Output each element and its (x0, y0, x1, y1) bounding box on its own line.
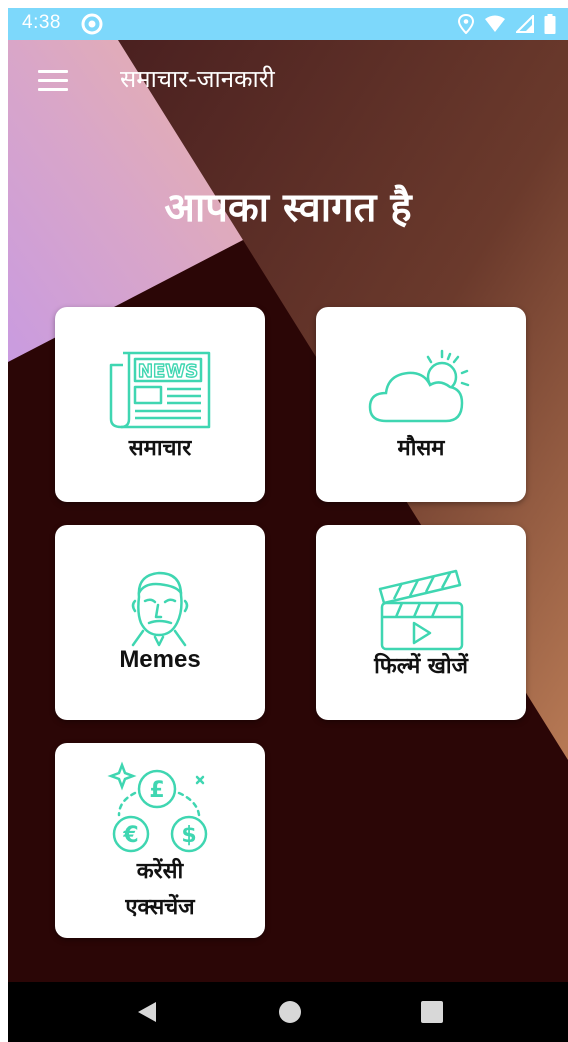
wifi-icon (484, 15, 506, 37)
status-bar: 4:38 (8, 8, 568, 40)
location-icon (457, 13, 475, 38)
news-card-label: समाचार (128, 436, 192, 461)
movies-card[interactable]: फिल्में खोजें (316, 525, 526, 720)
movies-card-label: फिल्में खोजें (374, 654, 468, 679)
svg-text:£: £ (149, 778, 164, 803)
svg-text:$: $ (181, 823, 196, 848)
back-icon[interactable] (136, 1000, 160, 1028)
navigation-bar (8, 982, 568, 1042)
sync-icon (80, 12, 104, 40)
weather-cloud-icon (366, 345, 476, 434)
meme-face-icon (125, 567, 195, 651)
battery-icon (544, 14, 556, 38)
hamburger-menu-icon[interactable] (30, 62, 70, 102)
currency-card-label-line2: एक्सचेंज (125, 895, 195, 920)
memes-card-label: Memes (119, 646, 201, 673)
memes-card[interactable]: Memes (55, 525, 265, 720)
clapperboard-icon (376, 563, 466, 657)
recents-icon[interactable] (420, 1000, 444, 1028)
status-time: 4:38 (22, 12, 61, 33)
newspaper-icon: NEWS (105, 343, 215, 437)
svg-text:NEWS: NEWS (138, 361, 198, 382)
app-bar: समाचार-जानकारी (8, 40, 568, 120)
signal-icon (514, 13, 534, 37)
status-icons (457, 13, 556, 38)
home-icon[interactable] (278, 1000, 302, 1028)
welcome-heading: आपका स्वागत है (164, 185, 412, 231)
news-card[interactable]: NEWS समाचार (55, 307, 265, 502)
app-title: समाचार-जानकारी (120, 65, 275, 93)
weather-card-label: मौसम (397, 436, 445, 461)
weather-card[interactable]: मौसम (316, 307, 526, 502)
currency-card-label-line1: करेंसी (136, 859, 184, 884)
svg-text:€: € (122, 823, 138, 848)
app-screen: 4:38 समाचार-जानकारी आपका स्वागत है NEWS … (8, 8, 568, 1042)
currency-card[interactable]: £ € $ करेंसी एक्सचेंज (55, 743, 265, 938)
currency-exchange-icon: £ € $ (105, 761, 215, 857)
